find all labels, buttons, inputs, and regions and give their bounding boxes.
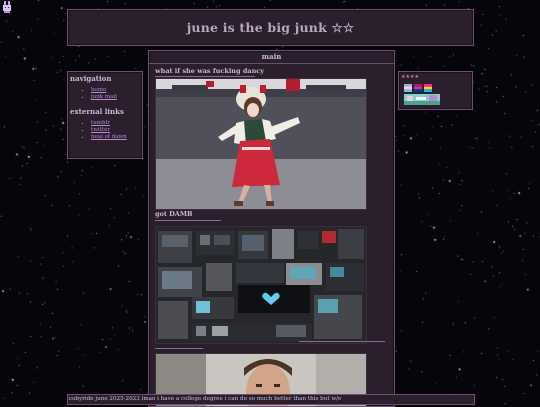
pixel-bunny-icon [3,1,11,13]
navigation-list: home junk mail [68,87,142,101]
pixel-art-banner-image [404,94,440,105]
list-item: twitter [91,127,142,134]
dancing-anime-girl-image [155,78,367,210]
external-link-tumblr[interactable]: tumblr [91,120,110,126]
post-divider [299,341,385,342]
badges-panel: ★★★★ [398,71,473,110]
pride-flag-icon [414,84,422,92]
post-title: got DAMB [155,210,193,218]
external-link-neal-of-dawn[interactable]: neal of dawn [91,134,127,140]
pride-flag-icon [404,84,412,92]
post-divider [155,220,221,221]
post-divider [155,348,203,349]
nav-link-home[interactable]: home [91,87,106,93]
site-title: june is the big junk ☆☆ [186,20,355,35]
list-item: neal of dawn [91,134,142,141]
main-content-panel[interactable]: main what if she was fucking dancy got D… [148,50,395,407]
navigation-heading: navigation [70,74,112,83]
retro-electronics-wall-image [155,226,367,344]
list-item: junk mail [91,94,142,101]
external-links-list: tumblr twitter neal of dawn [68,120,142,141]
list-item: tumblr [91,120,142,127]
external-links-heading: external links [70,107,124,116]
pride-flag-icon [424,84,432,92]
badges-label: ★★★★ [401,74,419,80]
site-header: june is the big junk ☆☆ [67,9,474,46]
external-link-twitter[interactable]: twitter [91,127,110,133]
post-title: what if she was fucking dancy [155,67,265,75]
site-footer: cobyride june 2025-2023 lmao i have a co… [67,394,475,405]
list-item: home [91,87,142,94]
post-divider [155,76,255,77]
navigation-sidebar: navigation home junk mail external links… [67,71,143,159]
main-heading: main [149,51,394,64]
nav-link-junk-mail[interactable]: junk mail [91,94,117,100]
